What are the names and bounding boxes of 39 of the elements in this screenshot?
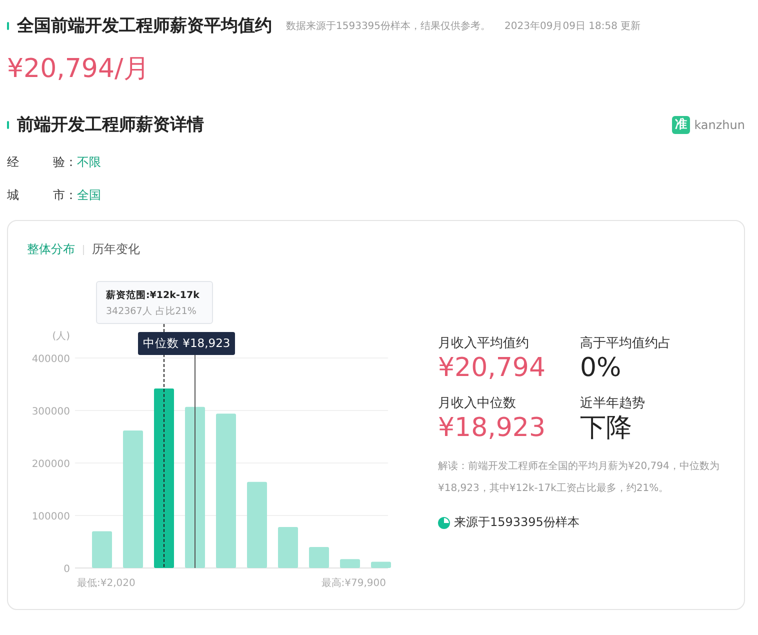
logo-icon: 准 [672,116,690,134]
stat-value: 0% [580,352,622,384]
update-time: 2023年09月09日 18:58 更新 [504,20,641,32]
tab[interactable]: 历年变化 [92,241,140,258]
accent-mark [7,22,9,30]
section-title: 前端开发工程师薪资详情 [17,114,204,136]
page-title: 全国前端开发工程师薪资平均值约 [17,15,272,37]
stat-value: ¥18,923 [438,412,547,444]
sample-source: 来源于1593395份样本 [454,514,580,531]
stat-label: 近半年趋势 [580,395,646,412]
stat-label: 月收入中位数 [438,395,517,412]
axis-tick: 100000 [32,512,70,522]
axis-tick: 300000 [32,406,70,418]
filter-value[interactable]: 不限 [77,154,101,171]
tooltip-text: 342367人 占比21% [106,305,198,318]
logo-text: kanzhun [694,118,745,132]
axis-unit: (人) [52,331,70,342]
stat-value: 下降 [580,412,633,444]
source-note: 数据来源于1593395份样本，结果仅供参考。 [286,20,491,32]
axis-tick: 0 [64,564,70,575]
bar[interactable] [185,406,205,568]
interpretation-text: 解读：前端开发工程师在全国的平均月薪为¥20,794，中位数为¥18,923，其中¥12k-17k工资占比最多，约21%。 [438,460,720,496]
filter-value[interactable]: 全国 [77,187,101,204]
bar[interactable] [154,388,174,568]
average-salary: ¥20,794/月 [7,53,150,86]
filter-label: 城 市： [7,187,77,204]
axis-tick: 400000 [32,354,70,365]
max-label: 最高:¥79,900 [321,578,386,589]
stat-label: 月收入平均值约 [438,335,530,352]
stat-value: ¥20,794 [438,352,547,384]
median-label: 中位数 ¥18,923 [138,332,236,355]
min-label: 最低:¥2,020 [77,578,136,589]
accent-mark [7,120,9,128]
stat-label: 高于平均值约占 [580,335,672,352]
tooltip-title: 薪资范围:¥12k-17k [106,289,200,302]
axis-tick: 200000 [32,459,70,470]
tab[interactable]: 整体分布 [27,241,75,258]
pie-icon [438,516,450,528]
filter-label: 经 验： [7,154,77,171]
